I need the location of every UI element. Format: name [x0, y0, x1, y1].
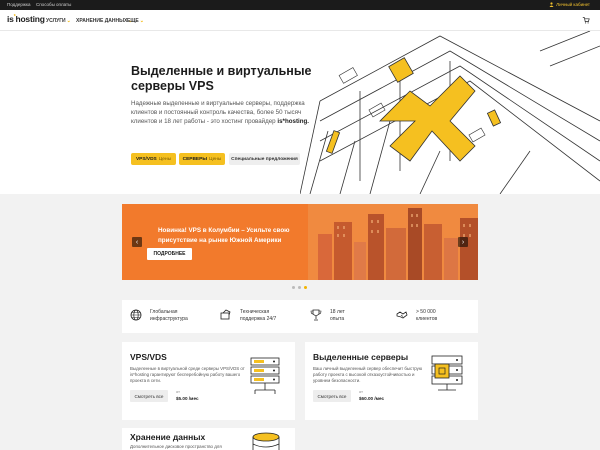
feature-support: Техническая поддержка 24/7 — [220, 309, 276, 322]
card-vps: VPS/VDS Выделенные в виртуальной среде с… — [122, 342, 295, 420]
nav-item-services[interactable]: УСЛУГИ⌄ — [46, 18, 71, 24]
logo-is: is — [7, 14, 14, 24]
card-storage-description: Дополнительное дисковое пространство для — [130, 444, 222, 449]
hero-server-illustration — [300, 31, 600, 194]
promo-banner[interactable]: Новинка! VPS в Колумбии – Усильте свою п… — [122, 204, 478, 280]
support-icon — [220, 309, 231, 320]
card-storage-title: Хранение данных — [130, 432, 206, 442]
logo[interactable]: is*hosting — [7, 14, 45, 24]
nav-item-more-label: ЕЩЕ — [127, 18, 139, 24]
servers-prices-button[interactable]: СЕРВЕРЫ Цены — [179, 153, 225, 165]
top-bar: Поддержка Способы оплаты Личный кабинет — [0, 0, 600, 10]
card-dedicated-title: Выделенные серверы — [313, 352, 409, 362]
card-vps-price-from: от — [176, 389, 180, 394]
banner-title: Новинка! VPS в Колумбии – Усильте свою п… — [158, 227, 290, 244]
card-storage: Хранение данных Дополнительное дисковое … — [122, 428, 295, 450]
nav-item-services-label: УСЛУГИ — [46, 18, 66, 24]
feature-experience: 18 лет опыта — [310, 309, 345, 322]
feature-label: опыта — [330, 315, 345, 322]
dedicated-server-icon — [431, 355, 463, 391]
support-link[interactable]: Поддержка — [7, 2, 30, 7]
card-dedicated-price-from: от — [359, 389, 363, 394]
feature-label: 18 лет — [330, 309, 345, 315]
servers-button-label: СЕРВЕРЫ — [182, 156, 208, 162]
feature-label: поддержка 24/7 — [240, 315, 277, 322]
nav-item-storage[interactable]: ХРАНЕНИЕ ДАННЫХ⌄ — [76, 18, 133, 24]
pagination-dot-active[interactable] — [304, 286, 307, 289]
hero-section: Выделенные и виртуальные серверы VPS Над… — [0, 31, 600, 194]
feature-global-infrastructure: Глобальная инфраструктура — [130, 309, 188, 322]
vps-button-sublabel: Цены — [158, 156, 172, 162]
banner-more-button[interactable]: ПОДРОБНЕЕ — [147, 248, 192, 260]
card-dedicated-description: Ваш личный выделенный сервер обеспечит б… — [313, 366, 423, 383]
pagination-dot[interactable] — [298, 286, 301, 289]
payment-methods-link[interactable]: Способы оплаты — [36, 2, 71, 7]
cart-icon[interactable] — [582, 16, 590, 24]
server-rack-icon — [250, 357, 280, 394]
main-nav: is*hosting УСЛУГИ⌄ ХРАНЕНИЕ ДАННЫХ⌄ ЕЩЕ⌄ — [0, 10, 600, 31]
feature-label: клиентов — [416, 315, 438, 322]
chevron-down-icon: ⌄ — [66, 18, 71, 24]
globe-icon — [130, 309, 142, 321]
vps-button-label: VPS/VDS — [135, 156, 157, 162]
hero-description: Надежные выделенные и виртуальные сервер… — [131, 100, 316, 126]
vps-prices-button[interactable]: VPS/VDS Цены — [131, 153, 176, 165]
trophy-icon — [310, 309, 322, 321]
feature-clients: > 50 000 клиентов — [396, 309, 437, 322]
card-dedicated-view-all-button[interactable]: Смотреть все — [313, 390, 351, 402]
logo-hosting: hosting — [15, 14, 45, 24]
servers-button-sublabel: Цены — [209, 156, 222, 162]
nav-item-more[interactable]: ЕЩЕ⌄ — [127, 18, 144, 24]
feature-label: инфраструктура — [150, 315, 188, 322]
card-dedicated-price: $60.00 /мес — [359, 396, 385, 401]
chevron-down-icon: ⌄ — [139, 18, 144, 24]
card-vps-view-all-button[interactable]: Смотреть все — [130, 390, 168, 402]
pagination-dot[interactable] — [292, 286, 295, 289]
card-vps-title: VPS/VDS — [130, 352, 167, 362]
account-link[interactable]: Личный кабинет — [549, 2, 590, 7]
city-skyline-image — [308, 204, 478, 280]
banner-prev-arrow-icon[interactable]: ‹ — [132, 237, 142, 247]
card-vps-price: $5.00 /мес — [176, 396, 199, 401]
storage-database-icon — [252, 432, 280, 450]
card-dedicated: Выделенные серверы Ваш личный выделенный… — [305, 342, 478, 420]
banner-pagination — [292, 286, 307, 289]
card-vps-description: Выделенные в виртуальной среде серверы V… — [130, 366, 245, 383]
account-label: Личный кабинет — [556, 2, 590, 7]
features-strip: Глобальная инфраструктура Техническая подд… — [122, 300, 478, 333]
nav-item-storage-label: ХРАНЕНИЕ ДАННЫХ — [76, 18, 128, 24]
special-offers-button[interactable]: Специальные предложения — [229, 153, 300, 165]
banner-next-arrow-icon[interactable]: › — [458, 237, 468, 247]
handshake-icon — [396, 311, 408, 319]
feature-label: > 50 000 — [416, 309, 436, 315]
user-icon — [549, 2, 554, 7]
